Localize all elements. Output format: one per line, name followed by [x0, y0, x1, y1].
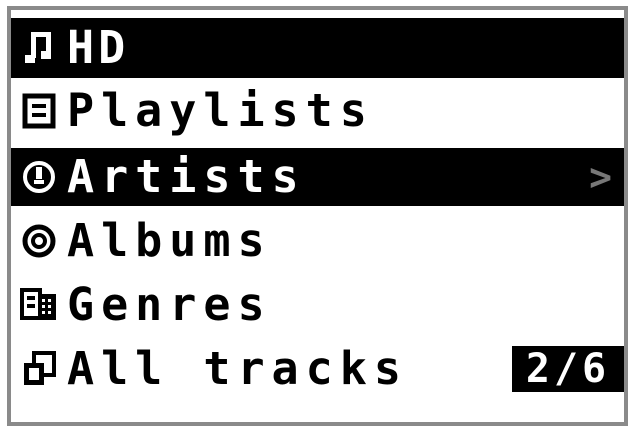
- header-bar: HD: [11, 18, 624, 78]
- artist-icon: [11, 148, 67, 206]
- menu-item-label: Artists: [67, 150, 306, 203]
- chevron-right-icon: >: [589, 155, 612, 199]
- track-position-counter: 2/6: [512, 346, 624, 392]
- all-tracks-icon: [11, 340, 67, 398]
- menu-item-playlists[interactable]: Playlists: [11, 82, 624, 140]
- menu-item-label: Genres: [67, 278, 272, 331]
- music-note-icon: [11, 19, 67, 77]
- album-disc-icon: [11, 212, 67, 270]
- playlist-icon: [11, 82, 67, 140]
- menu-item-label: Playlists: [67, 84, 374, 137]
- device-screen: HD Playlists Artists > Albums Genres All…: [7, 6, 628, 426]
- menu-item-albums[interactable]: Albums: [11, 212, 624, 270]
- menu-item-all-tracks[interactable]: All tracks 2/6: [11, 340, 624, 398]
- menu-item-artists[interactable]: Artists >: [11, 148, 624, 206]
- menu-item-label: All tracks: [67, 342, 408, 395]
- menu-item-label: Albums: [67, 214, 272, 267]
- menu-item-genres[interactable]: Genres: [11, 276, 624, 334]
- genres-icon: [11, 276, 67, 334]
- header-title: HD: [67, 21, 130, 74]
